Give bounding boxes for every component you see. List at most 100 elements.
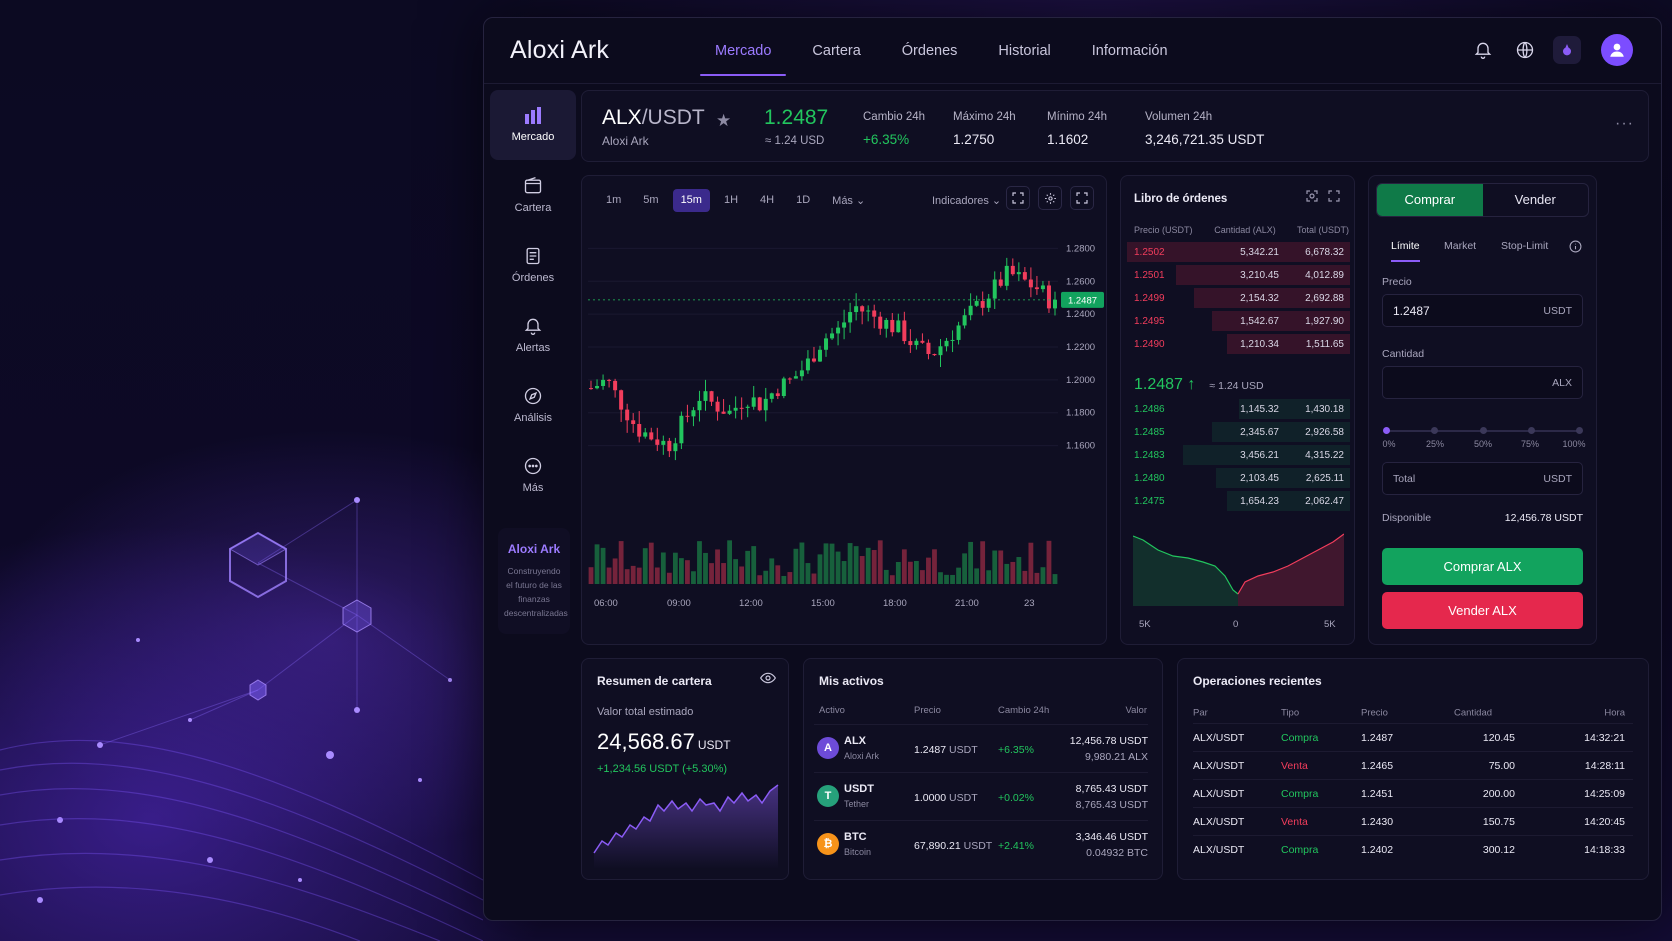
sidebar-item-mas[interactable]: Más — [490, 440, 576, 510]
usdt-coin-icon: T — [817, 785, 839, 807]
tab-sell[interactable]: Vender — [1483, 184, 1589, 216]
tab-buy[interactable]: Comprar — [1377, 184, 1483, 216]
sidebar-item-mercado[interactable]: Mercado — [490, 90, 576, 160]
more-options-icon[interactable]: ··· — [1615, 115, 1634, 133]
refresh-icon[interactable] — [1306, 190, 1318, 202]
volume-bar — [660, 552, 666, 584]
volume-bar — [1022, 570, 1028, 584]
user-avatar[interactable] — [1601, 34, 1633, 66]
timeframe-4h[interactable]: 4H — [752, 189, 782, 212]
slider-stop-0[interactable] — [1383, 427, 1390, 434]
stat-label: Mínimo 24h — [1047, 111, 1108, 123]
main-nav: Mercado Cartera Órdenes Historial Inform… — [700, 18, 1194, 84]
timeframe-15m[interactable]: 15m — [672, 189, 710, 212]
sidebar-item-alertas[interactable]: Alertas — [490, 300, 576, 370]
slider-stop-75[interactable] — [1527, 427, 1535, 434]
recent-trades-header: Par Tipo Precio Cantidad Hora — [1193, 703, 1633, 723]
bid-row[interactable]: 1.2483 3,456.21 4,315.22 — [1127, 444, 1350, 466]
slider-stop-100[interactable] — [1576, 427, 1583, 434]
crosshair-icon[interactable] — [1006, 186, 1030, 210]
info-icon[interactable] — [1569, 240, 1582, 253]
sidebar-item-analisis[interactable]: Análisis — [490, 370, 576, 440]
quantity-field[interactable]: ALX — [1382, 366, 1583, 399]
asset-price-unit: USDT — [949, 744, 978, 756]
price-label: Precio — [1382, 276, 1412, 288]
trade-time: 14:25:09 — [1584, 787, 1625, 800]
timeframe-1h[interactable]: 1H — [716, 189, 746, 212]
ask-row[interactable]: 1.2490 1,210.34 1,511.65 — [1127, 333, 1350, 355]
volume-bar — [817, 554, 823, 584]
amount-slider[interactable] — [1383, 427, 1583, 434]
order-type-limit[interactable]: Límite — [1391, 240, 1420, 262]
bid-row[interactable]: 1.2486 1,145.32 1,430.18 — [1127, 398, 1350, 420]
buy-alx-button[interactable]: Comprar ALX — [1382, 548, 1583, 585]
trade-row[interactable]: ALX/USDT Venta 1.2430 150.75 14:20:45 — [1193, 807, 1633, 835]
volume-bar — [606, 567, 612, 584]
bid-row[interactable]: 1.2485 2,345.67 2,926.58 — [1127, 421, 1350, 443]
timeframe-1d[interactable]: 1D — [788, 189, 818, 212]
order-type-market[interactable]: Market — [1444, 240, 1476, 252]
trade-qty: 300.12 — [1482, 843, 1515, 856]
more-icon — [524, 457, 542, 475]
nav-historial[interactable]: Historial — [983, 18, 1065, 84]
candle-body — [878, 316, 883, 329]
timeframe-1m[interactable]: 1m — [598, 189, 629, 212]
sell-alx-button[interactable]: Vender ALX — [1382, 592, 1583, 629]
asset-row[interactable]: A ALX Aloxi Ark 1.2487 USDT +6.35% 12,456.78 … — [814, 724, 1148, 772]
nav-informacion[interactable]: Información — [1077, 18, 1183, 84]
candle-body — [649, 432, 654, 440]
nav-ordenes[interactable]: Órdenes — [887, 18, 973, 84]
asset-row[interactable]: T USDT Tether 1.0000 USDT +0.02% 8,765.43 USD… — [814, 772, 1148, 820]
my-assets-panel: Mis activos Activo Precio Cambio 24h Val… — [803, 658, 1163, 880]
sidebar-item-cartera[interactable]: Cartera — [490, 160, 576, 230]
candlestick-chart[interactable]: 1.2800 1.2600 1.2400 1.2200 1.2000 1.1800 1.16… — [582, 224, 1108, 644]
bid-row[interactable]: 1.2475 1,654.23 2,062.47 — [1127, 490, 1350, 512]
network-graphic — [0, 497, 483, 941]
nav-cartera[interactable]: Cartera — [797, 18, 875, 84]
fullscreen-icon[interactable] — [1070, 186, 1094, 210]
ask-row[interactable]: 1.2502 5,342.21 6,678.32 — [1127, 241, 1350, 263]
trade-row[interactable]: ALX/USDT Compra 1.2451 200.00 14:25:09 — [1193, 779, 1633, 807]
trade-row[interactable]: ALX/USDT Venta 1.2465 75.00 14:28:11 — [1193, 751, 1633, 779]
price-field[interactable]: 1.2487 USDT — [1382, 294, 1583, 327]
candle-body — [896, 320, 901, 333]
nav-mercado[interactable]: Mercado — [700, 18, 787, 84]
ask-row[interactable]: 1.2495 1,542.67 1,927.90 — [1127, 310, 1350, 332]
timeframe-more-label: Más — [832, 195, 853, 207]
trade-row[interactable]: ALX/USDT Compra 1.2402 300.12 14:18:33 — [1193, 835, 1633, 863]
volume-bar — [871, 550, 877, 584]
trade-time: 14:32:21 — [1584, 731, 1625, 744]
bell-icon[interactable] — [1469, 36, 1497, 64]
bid-row[interactable]: 1.2480 2,103.45 2,625.11 — [1127, 467, 1350, 489]
candle-body — [781, 378, 786, 397]
wallet-amount: 24,568.67 — [597, 729, 695, 754]
theme-icon[interactable] — [1553, 36, 1581, 64]
order-book-header: Precio (USDT) Cantidad (ALX) Total (USDT… — [1134, 225, 1349, 235]
slider-stop-50[interactable] — [1479, 427, 1487, 434]
eye-icon[interactable] — [760, 672, 776, 684]
sidebar-item-ordenes[interactable]: Órdenes — [490, 230, 576, 300]
expand-icon[interactable] — [1328, 190, 1340, 202]
total-field[interactable]: Total USDT — [1382, 462, 1583, 495]
candle-body — [817, 349, 822, 362]
x-tick-label: 15:00 — [811, 598, 835, 609]
brand-logo[interactable]: Aloxi Ark — [510, 36, 609, 65]
slider-stop-25[interactable] — [1431, 427, 1439, 434]
star-icon[interactable]: ★ — [716, 111, 731, 131]
trade-row[interactable]: ALX/USDT Compra 1.2487 120.45 14:32:21 — [1193, 723, 1633, 751]
volume-bar — [1052, 574, 1058, 584]
settings-icon[interactable] — [1038, 186, 1062, 210]
depth-axis-right: 5K — [1324, 619, 1336, 630]
ask-row[interactable]: 1.2501 3,210.45 4,012.89 — [1127, 264, 1350, 286]
sidebar-item-label: Cartera — [514, 202, 552, 214]
ask-row[interactable]: 1.2499 2,154.32 2,692.88 — [1127, 287, 1350, 309]
col-time: Hora — [1604, 707, 1625, 719]
asset-row[interactable]: ₿ BTC Bitcoin 67,890.21 USDT +2.41% 3,346.46 … — [814, 820, 1148, 868]
volume-bar — [793, 548, 799, 584]
timeframe-more[interactable]: Más ⌄ — [824, 189, 873, 212]
trade-type: Venta — [1281, 759, 1308, 772]
globe-icon[interactable] — [1511, 36, 1539, 64]
timeframe-5m[interactable]: 5m — [635, 189, 666, 212]
order-type-stop-limit[interactable]: Stop-Limit — [1501, 240, 1548, 252]
indicators-dropdown[interactable]: Indicadores ⌄ — [932, 194, 1001, 207]
